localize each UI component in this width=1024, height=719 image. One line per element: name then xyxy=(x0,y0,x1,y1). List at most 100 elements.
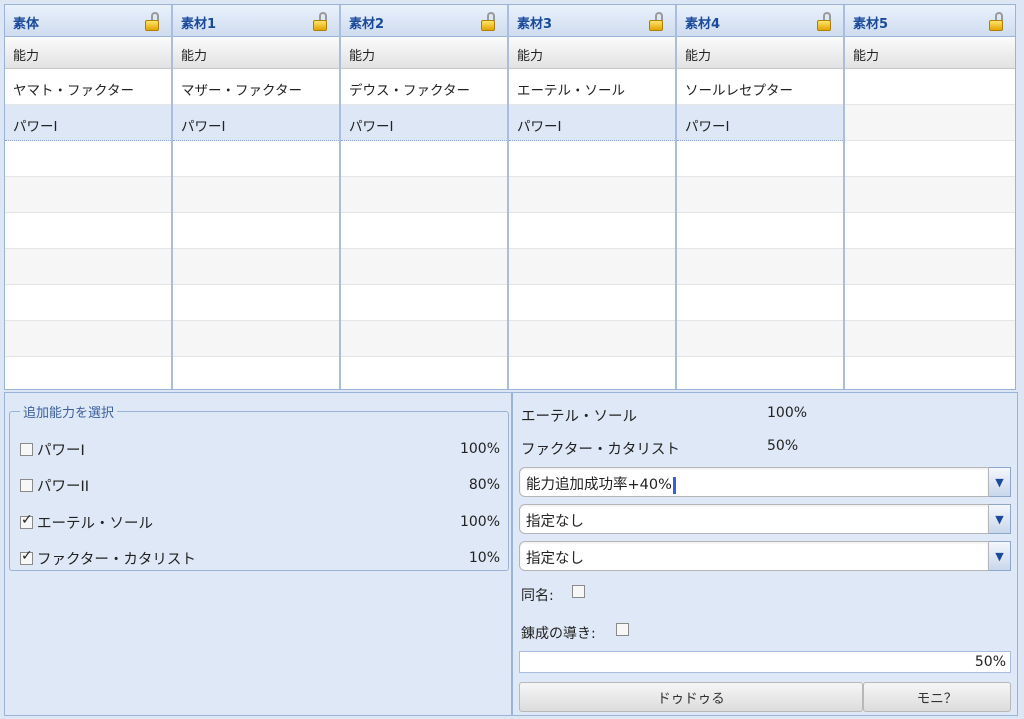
chevron-down-icon[interactable]: ▼ xyxy=(989,467,1011,497)
column-header[interactable]: 素材2 xyxy=(341,5,507,37)
chevron-down-icon[interactable]: ▼ xyxy=(989,504,1011,534)
option-label: パワーI xyxy=(37,442,85,459)
grid-cell-empty[interactable] xyxy=(341,285,507,321)
lock-icon[interactable] xyxy=(481,12,499,32)
column-title: 素材2 xyxy=(349,17,385,32)
grid-cell-empty[interactable] xyxy=(173,321,339,357)
column-title: 素材4 xyxy=(685,17,721,32)
option-label: ファクター・カタリスト xyxy=(37,551,196,568)
ability-select-value[interactable]: 指定なし xyxy=(519,504,989,534)
option-checkbox[interactable] xyxy=(20,478,33,492)
grid-cell-empty[interactable] xyxy=(173,213,339,249)
column-material-5: 素材5 能力 xyxy=(845,5,1015,389)
option-row[interactable]: エーテル・ソール 100% xyxy=(20,511,500,533)
ability-select-2[interactable]: 指定なし ▼ xyxy=(519,541,1011,571)
chevron-down-icon[interactable]: ▼ xyxy=(989,541,1011,571)
grid-cell-empty[interactable] xyxy=(509,321,675,357)
grid-cell-empty[interactable] xyxy=(5,213,171,249)
column-header[interactable]: 素材3 xyxy=(509,5,675,37)
grid-cell-empty[interactable] xyxy=(173,141,339,177)
grid-cell[interactable]: ヤマト・ファクター xyxy=(5,69,171,105)
option-checkbox[interactable] xyxy=(20,548,33,565)
column-header[interactable]: 素材5 xyxy=(845,5,1015,37)
bonus-select[interactable]: 能力追加成功率+40% ▼ xyxy=(519,467,1011,497)
same-name-checkbox[interactable] xyxy=(571,584,585,598)
grid-cell-empty[interactable] xyxy=(5,177,171,213)
option-percent: 10% xyxy=(468,550,500,566)
column-header[interactable]: 素材4 xyxy=(677,5,843,37)
grid-cell-empty[interactable] xyxy=(173,249,339,285)
grid-cell-empty[interactable] xyxy=(5,321,171,357)
option-label: パワーII xyxy=(37,478,90,495)
ability-select-value[interactable]: 指定なし xyxy=(519,541,989,571)
grid-cell-empty[interactable] xyxy=(509,249,675,285)
column-header[interactable]: 素材1 xyxy=(173,5,339,37)
grid-cell[interactable] xyxy=(845,105,1015,141)
grid-cell-empty[interactable] xyxy=(845,141,1015,177)
add-ability-panel: 追加能力を選択 パワーI 100% パワーII 80% エーテル・ソール 100… xyxy=(4,392,512,716)
grid-cell[interactable]: デウス・ファクター xyxy=(341,69,507,105)
lock-icon[interactable] xyxy=(817,12,835,32)
grid-cell-empty[interactable] xyxy=(341,321,507,357)
grid-cell[interactable] xyxy=(845,69,1015,105)
grid-cell-empty[interactable] xyxy=(341,141,507,177)
grid-cell-empty[interactable] xyxy=(677,321,843,357)
option-row[interactable]: パワーII 80% xyxy=(20,474,500,496)
lock-icon[interactable] xyxy=(649,12,667,32)
grid-cell-empty[interactable] xyxy=(509,177,675,213)
column-header[interactable]: 素体 xyxy=(5,5,171,37)
grid-cell-empty[interactable] xyxy=(509,213,675,249)
material-grid: 素体 能力 ヤマト・ファクター パワーI 素材1 能力 マザー・ファクター パワ… xyxy=(4,4,1016,390)
grid-cell-empty[interactable] xyxy=(173,285,339,321)
lock-icon[interactable] xyxy=(145,12,163,32)
grid-cell-empty[interactable] xyxy=(677,141,843,177)
guide-checkbox[interactable] xyxy=(615,622,629,636)
guide-label: 錬成の導き: xyxy=(521,626,596,642)
bonus-select-value[interactable]: 能力追加成功率+40% xyxy=(519,467,989,497)
grid-cell-empty[interactable] xyxy=(509,141,675,177)
lock-icon[interactable] xyxy=(313,12,331,32)
grid-cell[interactable]: エーテル・ソール xyxy=(509,69,675,105)
column-subheader: 能力 xyxy=(509,37,675,69)
summary-panel: エーテル・ソール 100% ファクター・カタリスト 50% 能力追加成功率+40… xyxy=(512,392,1018,716)
grid-cell-empty[interactable] xyxy=(341,249,507,285)
grid-cell-empty[interactable] xyxy=(341,177,507,213)
grid-cell-empty[interactable] xyxy=(677,213,843,249)
grid-cell-empty[interactable] xyxy=(677,285,843,321)
monitor-button[interactable]: モニ？ xyxy=(863,682,1011,712)
lock-icon[interactable] xyxy=(989,12,1007,32)
grid-cell-empty[interactable] xyxy=(677,249,843,285)
grid-cell-empty[interactable] xyxy=(509,285,675,321)
option-percent: 100% xyxy=(459,441,500,457)
grid-cell[interactable]: パワーI xyxy=(341,105,507,141)
grid-cell-empty[interactable] xyxy=(845,177,1015,213)
execute-button[interactable]: ドゥドゥる xyxy=(519,682,863,712)
grid-cell-empty[interactable] xyxy=(845,285,1015,321)
grid-cell[interactable]: パワーI xyxy=(5,105,171,141)
grid-cell[interactable]: パワーI xyxy=(509,105,675,141)
option-row[interactable]: ファクター・カタリスト 10% xyxy=(20,547,500,569)
column-subheader: 能力 xyxy=(845,37,1015,69)
option-row[interactable]: パワーI 100% xyxy=(20,438,500,460)
column-title: 素体 xyxy=(13,17,40,32)
grid-cell-empty[interactable] xyxy=(5,249,171,285)
summary-item-value: 50% xyxy=(767,438,799,454)
grid-cell-empty[interactable] xyxy=(845,249,1015,285)
grid-cell[interactable]: マザー・ファクター xyxy=(173,69,339,105)
text-cursor xyxy=(672,476,676,494)
column-subheader: 能力 xyxy=(677,37,843,69)
success-rate-text: 50% xyxy=(974,654,1006,670)
ability-select-1[interactable]: 指定なし ▼ xyxy=(519,504,1011,534)
grid-cell-empty[interactable] xyxy=(845,213,1015,249)
grid-cell-empty[interactable] xyxy=(5,141,171,177)
grid-cell[interactable]: ソールレセプター xyxy=(677,69,843,105)
option-checkbox[interactable] xyxy=(20,442,33,456)
grid-cell-empty[interactable] xyxy=(341,213,507,249)
grid-cell-empty[interactable] xyxy=(5,285,171,321)
grid-cell-empty[interactable] xyxy=(845,321,1015,357)
grid-cell[interactable]: パワーI xyxy=(173,105,339,141)
grid-cell-empty[interactable] xyxy=(677,177,843,213)
grid-cell[interactable]: パワーI xyxy=(677,105,843,141)
option-checkbox[interactable] xyxy=(20,512,33,529)
grid-cell-empty[interactable] xyxy=(173,177,339,213)
